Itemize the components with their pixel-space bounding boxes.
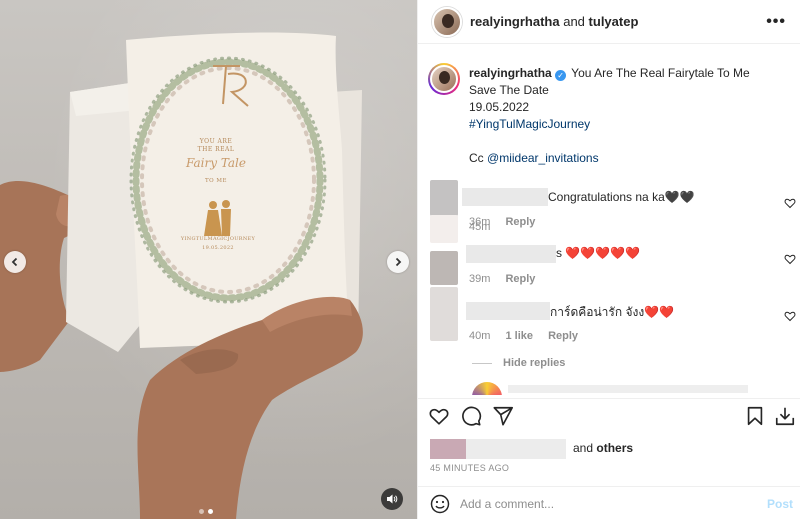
hashtag-link[interactable]: #YingTulMagicJourney — [469, 117, 590, 131]
comment-like-heart-icon[interactable] — [784, 197, 796, 209]
authors-and-text: and — [563, 14, 585, 29]
card-you-are-text: YOU ARE THE REAL — [197, 138, 235, 153]
liker-avatar-redacted — [430, 439, 466, 459]
verified-badge-icon: ✓ — [555, 70, 567, 81]
carousel-dot-active — [208, 509, 213, 514]
more-horizontal-icon: ••• — [766, 12, 786, 30]
caption-line-3: 19.05.2022 — [469, 100, 530, 114]
send-icon[interactable] — [492, 405, 514, 427]
mention-link[interactable]: @miidear_invitations — [487, 151, 599, 165]
caption-username-link[interactable]: realyingrhatha — [469, 66, 552, 80]
reply-avatar[interactable] — [472, 382, 502, 395]
post-comment-button[interactable]: Post — [767, 497, 793, 511]
caption-cc: Cc — [469, 151, 484, 165]
comment-avatar-partial — [430, 215, 458, 243]
chevron-right-icon — [395, 257, 402, 267]
comment-time[interactable]: 36m — [469, 216, 490, 228]
post-details-panel: realyingrhatha and tulyatep ••• realying… — [417, 0, 800, 519]
caption-line-1: You Are The Real Fairytale To Me — [571, 66, 750, 80]
hide-replies-button[interactable]: Hide replies — [503, 357, 565, 369]
comment-like-heart-icon[interactable] — [784, 310, 796, 322]
comment-meta: 39m Reply — [469, 273, 547, 285]
heart-icon[interactable] — [428, 405, 450, 427]
post-authors: realyingrhatha and tulyatep — [470, 14, 638, 29]
bookmark-icon[interactable] — [744, 405, 766, 427]
caption-text: realyingrhatha ✓ You Are The Real Fairyt… — [469, 65, 789, 167]
reply-button[interactable]: Reply — [548, 330, 578, 342]
comment-meta: 36m Reply — [469, 216, 547, 228]
comment-text: Congratulations na ka🖤🖤 — [548, 190, 695, 204]
download-icon[interactable] — [774, 405, 796, 427]
carousel-prev-button[interactable] — [4, 251, 26, 273]
author-avatar[interactable] — [432, 6, 462, 37]
caption-line-2: Save The Date — [469, 83, 549, 97]
liker-username-redacted[interactable] — [466, 439, 566, 459]
comment-username-redacted[interactable] — [462, 188, 548, 206]
comment-username-redacted[interactable] — [466, 245, 556, 263]
card-journey-text: YINGTULMAGICJOURNEY — [180, 236, 256, 242]
carousel-dot — [199, 509, 204, 514]
comment-text: การ์ดคือน่ารัก จังง❤️❤️ — [550, 305, 675, 319]
comment-avatar[interactable] — [430, 251, 458, 285]
post-actions-bar — [418, 398, 800, 432]
post-time-ago[interactable]: 45 MINUTES AGO — [430, 463, 509, 473]
comment-avatar[interactable] — [430, 287, 458, 341]
chevron-left-icon — [11, 257, 18, 267]
carousel-next-button[interactable] — [387, 251, 409, 273]
mute-toggle-button[interactable] — [381, 488, 403, 510]
post-media[interactable]: YOU ARE THE REAL Fairy Tale TO ME YINGTU… — [0, 0, 417, 519]
likes-others-text[interactable]: and others — [573, 441, 633, 455]
likes-summary[interactable]: and others — [430, 437, 790, 461]
author-username-link[interactable]: realyingrhatha — [470, 14, 560, 29]
comment-icon[interactable] — [460, 405, 482, 427]
replies-divider — [472, 363, 492, 364]
invitation-photo — [0, 32, 363, 519]
card-fairy-tale-text: Fairy Tale — [186, 156, 246, 170]
card-to-me-text: TO ME — [204, 178, 228, 184]
add-comment-bar: Post — [418, 486, 800, 519]
comment-time[interactable]: 39m — [469, 273, 490, 285]
comment-avatar[interactable] — [430, 180, 458, 216]
post-header: realyingrhatha and tulyatep ••• — [418, 0, 800, 44]
reply-button[interactable]: Reply — [505, 216, 535, 228]
comment-likes-count[interactable]: 1 like — [505, 330, 533, 342]
comment-input[interactable] — [460, 495, 760, 513]
collaborator-username-link[interactable]: tulyatep — [589, 14, 639, 29]
carousel-dots — [199, 509, 213, 514]
smiley-icon[interactable] — [430, 494, 450, 514]
caption-author-avatar[interactable] — [428, 63, 460, 95]
comment-username-redacted[interactable] — [466, 302, 550, 320]
comment-time[interactable]: 40m — [469, 330, 490, 342]
comment-like-heart-icon[interactable] — [784, 253, 796, 265]
speaker-icon — [387, 494, 398, 504]
reply-button[interactable]: Reply — [505, 273, 535, 285]
reply-text-partial — [508, 385, 748, 393]
more-options-button[interactable]: ••• — [766, 13, 786, 31]
card-date-text: 19.05.2022 — [202, 245, 234, 251]
comment-meta: 40m 1 like Reply — [469, 330, 590, 342]
comments-section[interactable]: realyingrhatha ✓ You Are The Real Fairyt… — [418, 45, 800, 395]
comment-text: s ❤️❤️❤️❤️❤️ — [556, 246, 641, 260]
